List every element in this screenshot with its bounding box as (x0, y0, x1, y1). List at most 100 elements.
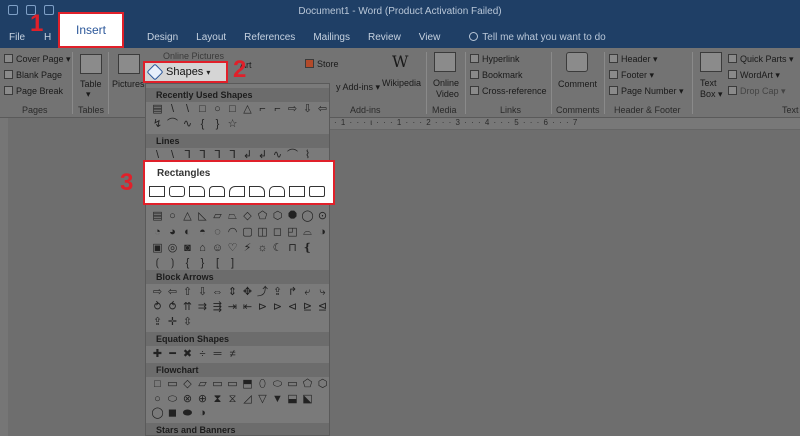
shape-glyph[interactable]: ◑ (196, 407, 209, 420)
shape-glyph[interactable]: ▱ (211, 210, 224, 223)
snip-single-corner-rectangle-shape[interactable] (189, 186, 205, 197)
shape-glyph[interactable]: □ (151, 378, 164, 391)
shape-glyph[interactable]: ◯ (151, 407, 164, 420)
shape-glyph[interactable]: ▤ (151, 103, 164, 116)
shape-glyph[interactable]: { (181, 257, 194, 270)
rectangles-section[interactable]: Rectangles (143, 160, 335, 205)
shape-glyph[interactable]: ⧗ (211, 393, 224, 406)
shape-glyph[interactable]: ▱ (196, 378, 209, 391)
shape-glyph[interactable]: ⇦ (316, 103, 329, 116)
shape-glyph[interactable]: ▭ (211, 378, 224, 391)
table-button[interactable]: Table (80, 79, 102, 89)
shape-glyph[interactable]: ❴ (301, 242, 314, 255)
shape-glyph[interactable]: ▤ (151, 210, 164, 223)
shape-glyph[interactable]: ▼ (271, 393, 284, 406)
shape-glyph[interactable]: ◼ (166, 407, 179, 420)
shape-glyph[interactable]: □ (196, 103, 209, 116)
tell-me-box[interactable]: Tell me what you want to do (449, 28, 606, 48)
snip-diagonal-rectangle-shape[interactable] (229, 186, 245, 197)
shape-glyph[interactable]: ⇈ (181, 301, 194, 314)
table-icon[interactable] (80, 54, 102, 74)
page-break-button[interactable]: Page Break (4, 86, 63, 96)
shape-glyph[interactable]: ◔ (151, 226, 164, 239)
hyperlink-button[interactable]: Hyperlink (470, 54, 520, 64)
shape-glyph[interactable]: ▭ (286, 378, 299, 391)
shape-glyph[interactable]: ⇉ (196, 301, 209, 314)
shape-glyph[interactable]: ] (226, 257, 239, 270)
shape-glyph[interactable]: ⇨ (151, 286, 164, 299)
online-video-button[interactable]: Online (433, 78, 459, 88)
shape-glyph[interactable]: ⬭ (166, 393, 179, 406)
shape-glyph[interactable]: ⬬ (181, 407, 194, 420)
shape-glyph[interactable]: ▽ (256, 393, 269, 406)
shape-glyph[interactable]: ∿ (181, 118, 194, 131)
shape-glyph[interactable]: ⇕ (226, 286, 239, 299)
shape-glyph[interactable]: ✥ (241, 286, 254, 299)
shape-glyph[interactable]: ⚡ (241, 242, 254, 255)
footer-button[interactable]: Footer ▾ (609, 70, 654, 81)
shape-glyph[interactable]: ▣ (151, 242, 164, 255)
shape-glyph[interactable]: ◯ (301, 210, 314, 223)
shape-glyph[interactable]: \ (166, 103, 179, 116)
shape-glyph[interactable]: ⌓ (301, 226, 314, 239)
shape-glyph[interactable]: ⇤ (241, 301, 254, 314)
tab-layout[interactable]: Layout (187, 28, 235, 48)
shape-glyph[interactable]: ═ (211, 348, 224, 361)
tab-mailings[interactable]: Mailings (304, 28, 359, 48)
round-single-corner-rectangle-shape[interactable] (289, 186, 305, 197)
shape-glyph[interactable]: ◇ (181, 378, 194, 391)
shape-glyph[interactable]: ⇥ (226, 301, 239, 314)
tab-design[interactable]: Design (138, 28, 187, 48)
shape-glyph[interactable]: ⥀ (166, 301, 179, 314)
shape-glyph[interactable]: ⇩ (196, 286, 209, 299)
shape-glyph[interactable]: ⇪ (151, 316, 164, 329)
header-button[interactable]: Header ▾ (609, 54, 658, 65)
shape-glyph[interactable]: ↯ (151, 118, 164, 131)
online-pictures-button[interactable]: Online Pictures (163, 51, 224, 61)
shape-glyph[interactable]: ◐ (181, 226, 194, 239)
shape-glyph[interactable]: ⬒ (241, 378, 254, 391)
snip-same-side-rectangle-shape[interactable] (209, 186, 225, 197)
round-diagonal-rectangle-shape[interactable] (309, 186, 325, 197)
tab-insert[interactable]: Insert (58, 12, 124, 48)
shape-glyph[interactable]: ◌ (211, 226, 224, 239)
shape-glyph[interactable]: ○ (166, 210, 179, 223)
shape-glyph[interactable]: ◙ (181, 242, 194, 255)
shape-glyph[interactable]: ☾ (271, 242, 284, 255)
shape-glyph[interactable]: ⇧ (181, 286, 194, 299)
shape-glyph[interactable]: ⬡ (271, 210, 284, 223)
shape-glyph[interactable]: ◕ (166, 226, 179, 239)
shape-glyph[interactable]: ◻ (271, 226, 284, 239)
shape-glyph[interactable]: ◑ (316, 226, 329, 239)
shape-glyph[interactable]: ▭ (226, 378, 239, 391)
text-box-icon[interactable] (700, 52, 722, 72)
shape-glyph[interactable]: ⊳ (271, 301, 284, 314)
shape-glyph[interactable]: ○ (151, 393, 164, 406)
quick-parts-button[interactable]: Quick Parts ▾ (728, 54, 794, 65)
shape-glyph[interactable]: ☆ (226, 118, 239, 131)
shape-glyph[interactable]: ⌂ (196, 242, 209, 255)
pictures-button[interactable]: Pictures (112, 79, 145, 89)
shape-glyph[interactable]: ⌒ (166, 118, 179, 131)
shape-glyph[interactable]: { (196, 118, 209, 131)
shape-glyph[interactable]: ⬯ (256, 378, 269, 391)
shape-glyph[interactable]: ⊴ (316, 301, 329, 314)
text-box-button[interactable]: Text (700, 78, 717, 88)
round-same-side-rectangle-shape[interactable] (269, 186, 285, 197)
shape-glyph[interactable]: ◫ (256, 226, 269, 239)
drop-cap-button[interactable]: Drop Cap ▾ (728, 86, 786, 97)
shape-glyph[interactable]: ⬕ (301, 393, 314, 406)
shape-glyph[interactable]: ⇳ (181, 316, 194, 329)
shape-glyph[interactable]: ☺ (211, 242, 224, 255)
shape-glyph[interactable]: ⟮ (151, 257, 164, 270)
shape-glyph[interactable]: ≠ (226, 348, 239, 361)
shape-glyph[interactable]: ◎ (166, 242, 179, 255)
cross-reference-button[interactable]: Cross-reference (470, 86, 547, 96)
wordart-button[interactable]: WordArt ▾ (728, 70, 780, 81)
shape-glyph[interactable]: △ (181, 210, 194, 223)
shape-glyph[interactable]: ◿ (241, 393, 254, 406)
tab-references[interactable]: References (235, 28, 304, 48)
shape-glyph[interactable]: ◠ (226, 226, 239, 239)
shape-glyph[interactable]: ⊙ (316, 210, 329, 223)
shape-glyph[interactable]: ◓ (196, 226, 209, 239)
